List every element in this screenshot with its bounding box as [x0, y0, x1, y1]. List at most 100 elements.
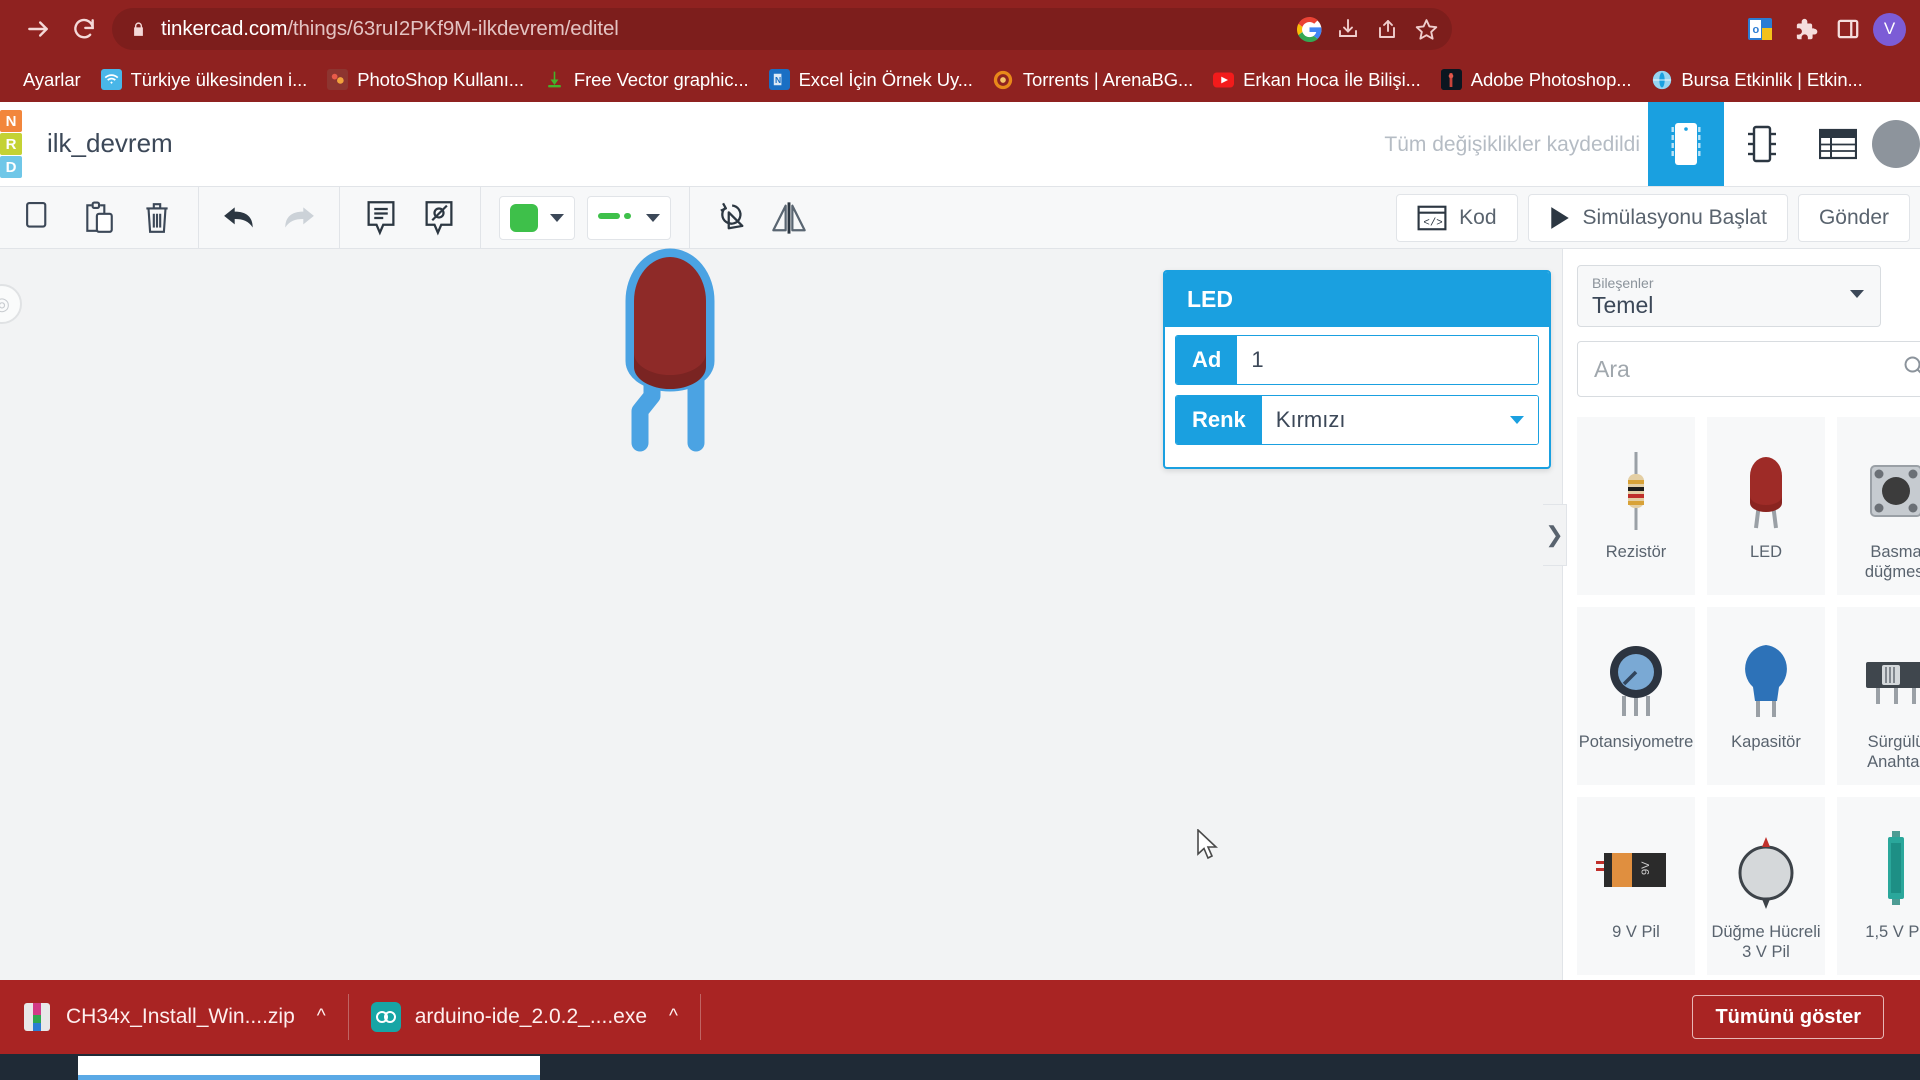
led-component[interactable]: [600, 221, 760, 476]
component-label: Kapasitör: [1731, 733, 1801, 751]
component-card-potansiyometre[interactable]: Potansiyometre: [1577, 607, 1695, 785]
install-icon[interactable]: [1330, 11, 1366, 47]
address-bar[interactable]: tinkercad.com/things/63ruI2PKf9M-ilkdevr…: [112, 8, 1452, 50]
user-avatar[interactable]: [1872, 120, 1920, 168]
svg-text:o: o: [1753, 24, 1760, 36]
bookmark-turkiye[interactable]: Türkiye ülkesinden i...: [92, 63, 317, 97]
hide-note-icon[interactable]: [410, 194, 468, 242]
wire-color-picker[interactable]: [499, 195, 575, 240]
component-label: Potansiyometre: [1578, 733, 1694, 751]
paste-icon[interactable]: [70, 194, 128, 242]
download-item-arduino[interactable]: arduino-ide_2.0.2_....exe ^: [349, 980, 700, 1054]
forward-button[interactable]: [22, 13, 54, 45]
browser-extension-icons: o V: [1741, 8, 1906, 50]
download-item-ch34x[interactable]: CH34x_Install_Win....zip ^: [0, 980, 348, 1054]
component-card-surgulu-anahtar[interactable]: Sürgülü Anahtar: [1837, 607, 1920, 785]
bookmark-photoshop-kullanimi[interactable]: PhotoShop Kullanı...: [318, 63, 533, 97]
component-card-1p5v-pil[interactable]: 1,5 V Pil: [1837, 797, 1920, 975]
component-card-rezistor[interactable]: Rezistör: [1577, 417, 1695, 595]
components-dropdown-caption: Bileşenler: [1592, 275, 1654, 291]
svg-text:9V: 9V: [1640, 861, 1652, 875]
globe-icon: [1651, 69, 1672, 90]
components-grid: Rezistör LED Basma düğmes Potansiyometre…: [1577, 417, 1920, 975]
show-all-downloads-button[interactable]: Tümünü göster: [1692, 995, 1884, 1039]
led-panel-body: Ad 1 Renk Kırmızı: [1165, 327, 1549, 467]
bookmark-free-vector[interactable]: Free Vector graphic...: [535, 63, 758, 97]
bookmark-ayarlar[interactable]: Ayarlar: [14, 63, 90, 97]
side-panel-icon[interactable]: [1829, 10, 1867, 48]
component-card-led[interactable]: LED: [1707, 417, 1825, 595]
bookmark-bursa-etkinlik[interactable]: Bursa Etkinlik | Etkin...: [1642, 63, 1871, 97]
slide-switch-icon: [1858, 633, 1920, 729]
search-input[interactable]: Ara: [1577, 341, 1920, 397]
led-color-field-row: Renk Kırmızı: [1175, 395, 1539, 445]
google-icon[interactable]: [1291, 11, 1327, 47]
list-view-button[interactable]: [1800, 102, 1876, 186]
play-icon: [1550, 207, 1569, 229]
office-extension-icon[interactable]: o: [1741, 10, 1779, 48]
zoom-fit-icon[interactable]: ◎: [0, 284, 22, 324]
save-status: Tüm değişiklikler kaydedildi: [1384, 133, 1640, 156]
youtube-icon: [1213, 69, 1235, 90]
chevron-down-icon: [1850, 290, 1864, 298]
taskbar: [0, 1054, 1920, 1080]
svg-text:</>: </>: [1424, 218, 1443, 230]
led-name-input[interactable]: 1: [1237, 336, 1538, 384]
component-label: 9 V Pil: [1612, 923, 1660, 941]
reload-button[interactable]: [68, 13, 100, 45]
bookmarks-bar: Ayarlar Türkiye ülkesinden i... PhotoSho…: [0, 57, 1920, 102]
extensions-puzzle-icon[interactable]: [1785, 10, 1823, 48]
bookmark-star-icon[interactable]: [1408, 11, 1444, 47]
component-label: LED: [1749, 543, 1783, 561]
chevron-up-icon[interactable]: ^: [317, 1006, 326, 1028]
send-button[interactable]: Gönder: [1797, 194, 1910, 242]
download-filename: CH34x_Install_Win....zip: [66, 1005, 295, 1028]
battery-1p5v-icon: [1879, 823, 1913, 919]
bookmark-torrents-arenabg[interactable]: Torrents | ArenaBG...: [984, 63, 1202, 97]
component-card-kapasitor[interactable]: Kapasitör: [1707, 607, 1825, 785]
browser-toolbar: tinkercad.com/things/63ruI2PKf9M-ilkdevr…: [0, 0, 1920, 57]
component-card-basma-dugmesi[interactable]: Basma düğmesi: [1837, 417, 1920, 595]
view-mode-switcher: [1648, 102, 1876, 186]
led-color-select[interactable]: Kırmızı: [1261, 396, 1538, 444]
wifi-icon: [100, 69, 122, 90]
lock-icon: [130, 21, 147, 38]
schematic-view-button[interactable]: [1724, 102, 1800, 186]
code-window-icon: </>: [1417, 205, 1447, 231]
note-icon[interactable]: [352, 194, 410, 242]
capacitor-icon: [1735, 633, 1797, 729]
schematic-view-icon: [1748, 125, 1776, 163]
share-icon[interactable]: [1369, 11, 1405, 47]
delete-trash-icon[interactable]: [128, 194, 186, 242]
tinkercad-logo[interactable]: N R D: [0, 110, 24, 180]
simulate-button[interactable]: Simülasyonu Başlat: [1527, 194, 1788, 242]
coin-cell-3v-icon: [1729, 823, 1803, 919]
sidebar-collapse-toggle[interactable]: ❯: [1543, 504, 1567, 566]
bookmark-erkan-hoca[interactable]: Erkan Hoca İle Bilişi...: [1204, 63, 1430, 97]
excel-icon: N: [768, 69, 790, 90]
component-card-dugme-hucreli-3v-pil[interactable]: Düğme Hücreli 3 V Pil: [1707, 797, 1825, 975]
code-button[interactable]: </> Kod: [1396, 194, 1518, 242]
mirror-icon[interactable]: [760, 194, 818, 242]
led-panel-title: LED: [1165, 272, 1549, 327]
pushbutton-icon: [1863, 443, 1920, 539]
chevron-up-icon[interactable]: ^: [669, 1006, 678, 1028]
redo-icon[interactable]: [269, 194, 327, 242]
download-divider: [699, 994, 701, 1040]
page-title[interactable]: ilk_devrem: [47, 128, 173, 159]
list-view-icon: [1819, 128, 1857, 160]
profile-avatar[interactable]: V: [1873, 12, 1906, 46]
simulate-button-label: Simülasyonu Başlat: [1582, 206, 1767, 229]
logo-letter-r: R: [0, 133, 22, 155]
undo-icon[interactable]: [211, 194, 269, 242]
led-name-field-row: Ad 1: [1175, 335, 1539, 385]
components-category-dropdown[interactable]: Bileşenler Temel: [1577, 265, 1881, 327]
arduino-icon: [370, 1002, 401, 1032]
search-placeholder: Ara: [1594, 355, 1630, 382]
code-button-label: Kod: [1459, 206, 1497, 229]
copy-icon[interactable]: [12, 194, 70, 242]
component-card-9v-pil[interactable]: 9V 9 V Pil: [1577, 797, 1695, 975]
breadboard-view-button[interactable]: [1648, 102, 1724, 186]
bookmark-adobe-photoshop[interactable]: Adobe Photoshop...: [1432, 63, 1641, 97]
bookmark-excel-ornek[interactable]: N Excel İçin Örnek Uy...: [760, 63, 982, 97]
